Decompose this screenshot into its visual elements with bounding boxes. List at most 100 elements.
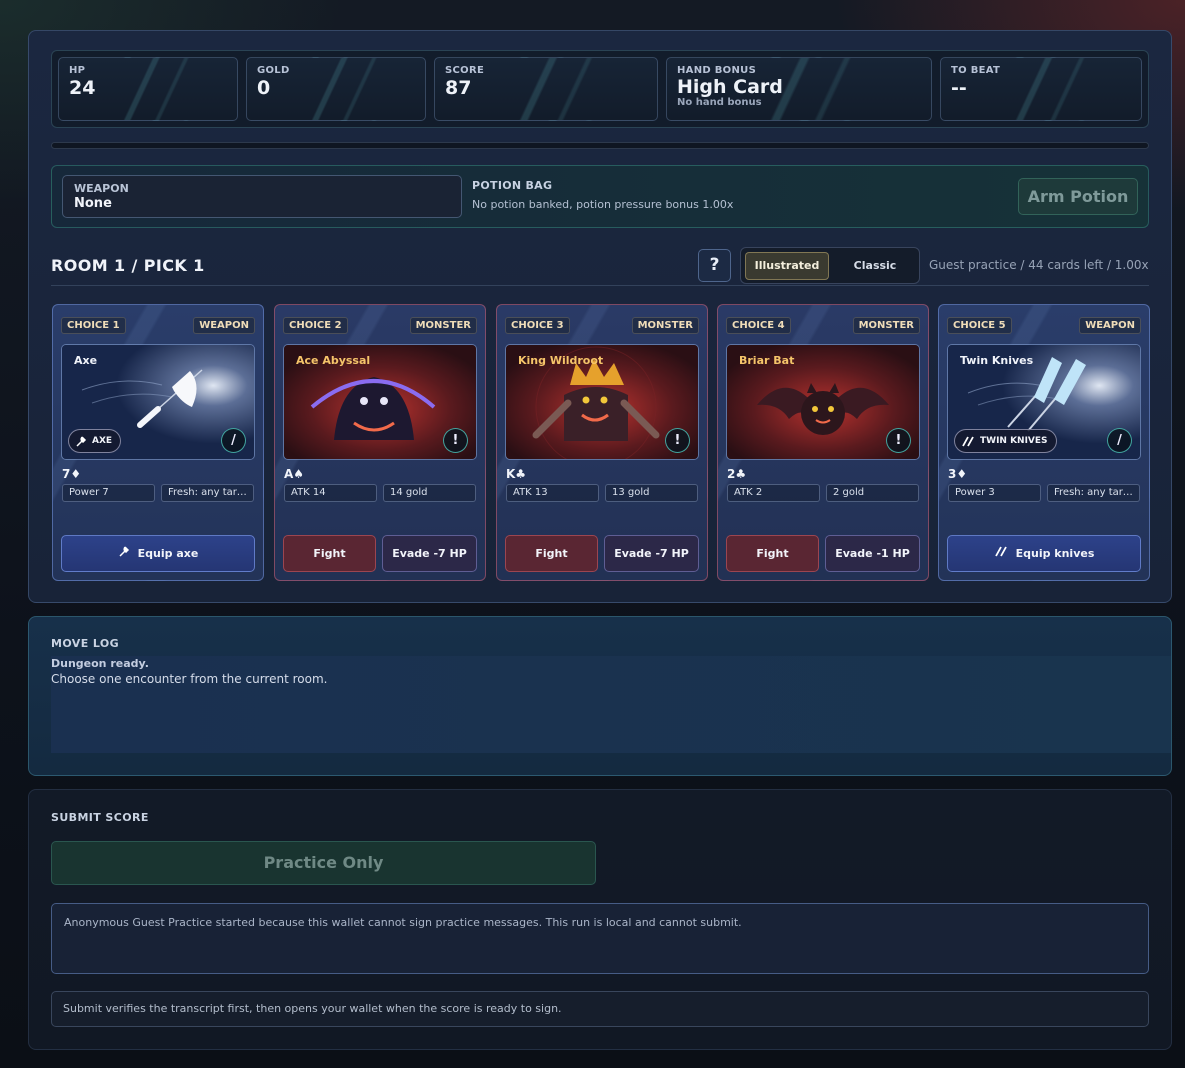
log-entry-text: Choose one encounter from the current ro… (51, 672, 328, 686)
card-power: Power 3 (948, 484, 1041, 502)
fight-button[interactable]: Fight (726, 535, 819, 572)
card-type-label: MONSTER (852, 317, 920, 334)
equip-button-label: Equip knives (1015, 547, 1095, 560)
card-art: Briar Bat ! (726, 344, 920, 460)
fight-button[interactable]: Fight (505, 535, 598, 572)
card-attack: ATK 13 (506, 484, 599, 502)
style-classic-button[interactable]: Classic (837, 252, 913, 280)
stat-label: TO BEAT (951, 65, 1001, 76)
room-status: Guest practice / 44 cards left / 1.00x (929, 258, 1149, 272)
card-style-toggle: Illustrated Classic (740, 247, 920, 284)
card-gold: 2 gold (826, 484, 919, 502)
game-panel: HP 24 GOLD 0 SCORE 87 HAND BONUS High Ca… (28, 30, 1172, 603)
card-rank: A♠ (284, 467, 305, 481)
move-log-panel: MOVE LOG Dungeon ready. Choose one encou… (28, 616, 1172, 776)
weapon-value: None (74, 196, 112, 211)
log-entry-heading: Dungeon ready. (51, 657, 149, 670)
stat-value: 87 (445, 77, 472, 99)
weapon-tag: AXE (68, 429, 122, 453)
card-type-label: MONSTER (631, 317, 699, 334)
card-rank: 3♦ (948, 467, 968, 481)
card-power: Power 7 (62, 484, 155, 502)
card-attack: ATK 14 (284, 484, 377, 502)
potion-bag: POTION BAG No potion banked, potion pres… (472, 179, 733, 211)
card-rank: 2♣ (727, 467, 747, 481)
stat-gold: GOLD 0 (246, 57, 426, 121)
potion-value: No potion banked, potion pressure bonus … (472, 198, 734, 211)
weapon-tag: TWIN KNIVES (954, 429, 1057, 453)
submit-score-title: SUBMIT SCORE (51, 811, 149, 824)
submit-score-panel: SUBMIT SCORE Practice Only Anonymous Gue… (28, 789, 1172, 1050)
card-choice-5[interactable]: CHOICE 5 WEAPON Twin Knives TWIN KNIVES … (938, 304, 1150, 581)
stat-value: 0 (257, 77, 271, 99)
card-type-label: WEAPON (1079, 317, 1141, 334)
evade-button[interactable]: Evade -7 HP (382, 535, 477, 572)
card-art: Axe AXE / (61, 344, 255, 460)
card-target-rule: Fresh: any target (1047, 484, 1140, 502)
card-type-label: WEAPON (193, 317, 255, 334)
axe-icon (118, 536, 130, 571)
stat-label: SCORE (445, 65, 485, 76)
evade-button[interactable]: Evade -1 HP (825, 535, 920, 572)
card-choice-label: CHOICE 1 (61, 317, 126, 334)
card-attack: ATK 2 (727, 484, 820, 502)
card-rank: 7♦ (62, 467, 82, 481)
arm-potion-button[interactable]: Arm Potion (1018, 178, 1138, 215)
card-art: King Wildroot ! (505, 344, 699, 460)
move-log-list: Dungeon ready. Choose one encounter from… (51, 656, 1171, 753)
card-rank: K♣ (506, 467, 527, 481)
weapon-tag-label: AXE (92, 436, 113, 446)
card-choice-2[interactable]: CHOICE 2 MONSTER Ace Abyssal ! A♠ ATK 14… (274, 304, 486, 581)
submit-verify-note: Submit verifies the transcript first, th… (51, 991, 1149, 1027)
card-name: Briar Bat (739, 354, 795, 367)
weapon-slot: WEAPON None (62, 175, 462, 218)
card-type-label: MONSTER (409, 317, 477, 334)
card-choice-1[interactable]: CHOICE 1 WEAPON Axe AXE / 7♦ Power 7 Fre… (52, 304, 264, 581)
warning-icon: ! (443, 428, 468, 453)
card-name: Twin Knives (960, 354, 1034, 367)
progress-bar (51, 142, 1149, 149)
card-target-rule: Fresh: any target (161, 484, 254, 502)
equip-knives-button[interactable]: Equip knives (947, 535, 1141, 572)
card-choice-label: CHOICE 5 (947, 317, 1012, 334)
axe-icon (75, 435, 87, 447)
stat-label: HAND BONUS (677, 65, 757, 76)
card-choice-4[interactable]: CHOICE 4 MONSTER Briar Bat ! 2♣ ATK 2 2 … (717, 304, 929, 581)
card-choice-label: CHOICE 2 (283, 317, 348, 334)
warning-icon: ! (886, 428, 911, 453)
practice-only-button[interactable]: Practice Only (51, 841, 596, 885)
stat-value: 24 (69, 77, 96, 99)
fight-button[interactable]: Fight (283, 535, 376, 572)
stat-label: GOLD (257, 65, 290, 76)
stat-hand-bonus: HAND BONUS High Card No hand bonus (666, 57, 932, 121)
card-name: Ace Abyssal (296, 354, 371, 367)
stats-bar: HP 24 GOLD 0 SCORE 87 HAND BONUS High Ca… (51, 50, 1149, 128)
stat-value: High Card (677, 76, 783, 98)
stat-to-beat: TO BEAT -- (940, 57, 1142, 121)
card-name: Axe (74, 354, 98, 367)
card-choice-3[interactable]: CHOICE 3 MONSTER King Wildroot ! K♣ ATK … (496, 304, 708, 581)
stat-value: -- (951, 77, 967, 99)
stat-score: SCORE 87 (434, 57, 658, 121)
stat-hp: HP 24 (58, 57, 238, 121)
stat-label: HP (69, 65, 86, 76)
card-choice-label: CHOICE 3 (505, 317, 570, 334)
equip-axe-button[interactable]: Equip axe (61, 535, 255, 572)
divider (51, 285, 1149, 286)
stat-sub: No hand bonus (677, 97, 762, 108)
help-button[interactable]: ? (698, 249, 731, 282)
evade-button[interactable]: Evade -7 HP (604, 535, 699, 572)
card-gold: 14 gold (383, 484, 476, 502)
twin-knives-icon (994, 536, 1008, 571)
weapon-label: WEAPON (74, 182, 129, 195)
card-art: Twin Knives TWIN KNIVES / (947, 344, 1141, 460)
weapon-tag-label: TWIN KNIVES (980, 436, 1048, 446)
equip-button-label: Equip axe (137, 547, 199, 560)
card-choice-label: CHOICE 4 (726, 317, 791, 334)
room-title: ROOM 1 / PICK 1 (51, 256, 205, 275)
warning-icon: ! (665, 428, 690, 453)
style-illustrated-button[interactable]: Illustrated (745, 252, 829, 280)
card-name: King Wildroot (518, 354, 604, 367)
move-log-title: MOVE LOG (51, 637, 120, 650)
card-art: Ace Abyssal ! (283, 344, 477, 460)
